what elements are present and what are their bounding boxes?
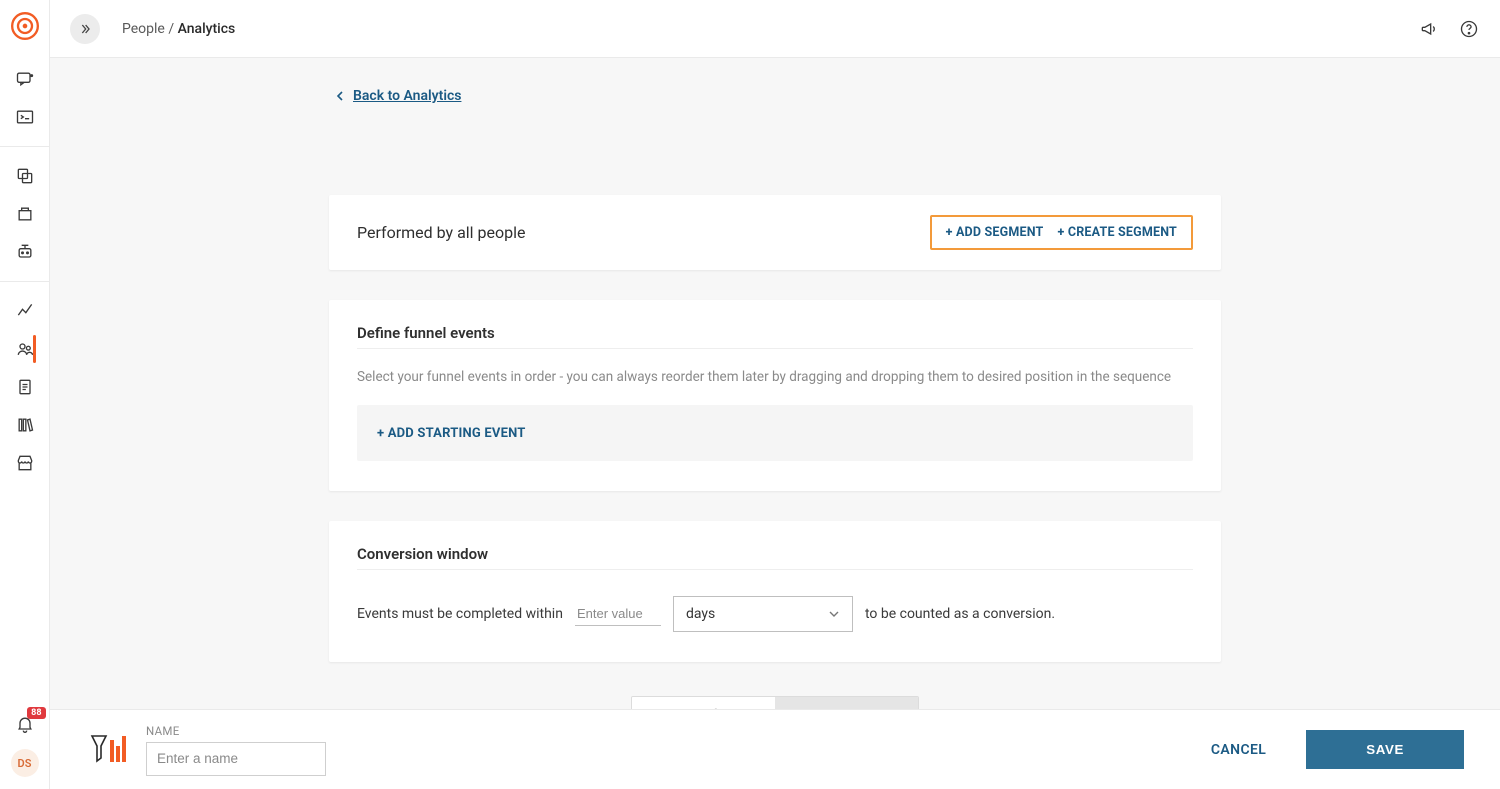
name-input[interactable] (146, 742, 326, 776)
main-content: Back to Analytics Performed by all peopl… (50, 58, 1500, 789)
funnel-icon (86, 730, 126, 770)
funnel-hint: Select your funnel events in order - you… (357, 367, 1193, 387)
conversion-prefix: Events must be completed within (357, 606, 563, 622)
breadcrumb-current: Analytics (178, 21, 236, 37)
box-icon[interactable] (14, 203, 36, 225)
segment-actions-highlight: + ADD SEGMENT + CREATE SEGMENT (930, 215, 1193, 250)
library-icon[interactable] (14, 414, 36, 436)
funnel-events-card: Define funnel events Select your funnel … (329, 300, 1221, 491)
add-starting-event-button[interactable]: + ADD STARTING EVENT (377, 426, 526, 441)
conversion-window-card: Conversion window Events must be complet… (329, 521, 1221, 662)
bot-icon[interactable] (14, 241, 36, 263)
terminal-icon[interactable] (14, 106, 36, 128)
name-field-label: NAME (146, 724, 326, 738)
topbar: People / Analytics (50, 0, 1500, 58)
sidebar-rail: 88 DS (0, 0, 50, 789)
conversion-value-input[interactable] (575, 602, 661, 626)
doc-icon[interactable] (14, 376, 36, 398)
conversion-unit-select[interactable]: days (673, 596, 853, 632)
bell-icon[interactable]: 88 (14, 713, 36, 735)
bottom-action-bar: NAME CANCEL SAVE (50, 709, 1500, 789)
app-logo[interactable] (11, 12, 39, 40)
funnel-section-title: Define funnel events (357, 324, 1193, 349)
cancel-button[interactable]: CANCEL (1211, 742, 1266, 758)
breadcrumb: People / Analytics (122, 21, 235, 37)
help-icon[interactable] (1458, 18, 1480, 40)
analytics-icon[interactable] (14, 300, 36, 322)
expand-sidebar-button[interactable] (70, 14, 100, 44)
add-starting-event-box: + ADD STARTING EVENT (357, 405, 1193, 461)
announce-icon[interactable] (1418, 18, 1440, 40)
people-icon[interactable] (14, 338, 36, 360)
avatar[interactable]: DS (11, 749, 39, 777)
back-to-analytics-link[interactable]: Back to Analytics (335, 88, 461, 104)
create-segment-button[interactable]: + CREATE SEGMENT (1058, 225, 1177, 240)
segment-title: Performed by all people (357, 223, 525, 242)
notification-badge: 88 (27, 707, 45, 719)
chat-icon[interactable] (14, 68, 36, 90)
add-segment-button[interactable]: + ADD SEGMENT (946, 225, 1044, 240)
store-icon[interactable] (14, 452, 36, 474)
breadcrumb-parent[interactable]: People (122, 21, 165, 37)
layers-icon[interactable] (14, 165, 36, 187)
segment-card: Performed by all people + ADD SEGMENT + … (329, 195, 1221, 270)
conversion-suffix: to be counted as a conversion. (865, 606, 1055, 622)
save-button[interactable]: SAVE (1306, 730, 1464, 769)
conversion-section-title: Conversion window (357, 545, 1193, 570)
